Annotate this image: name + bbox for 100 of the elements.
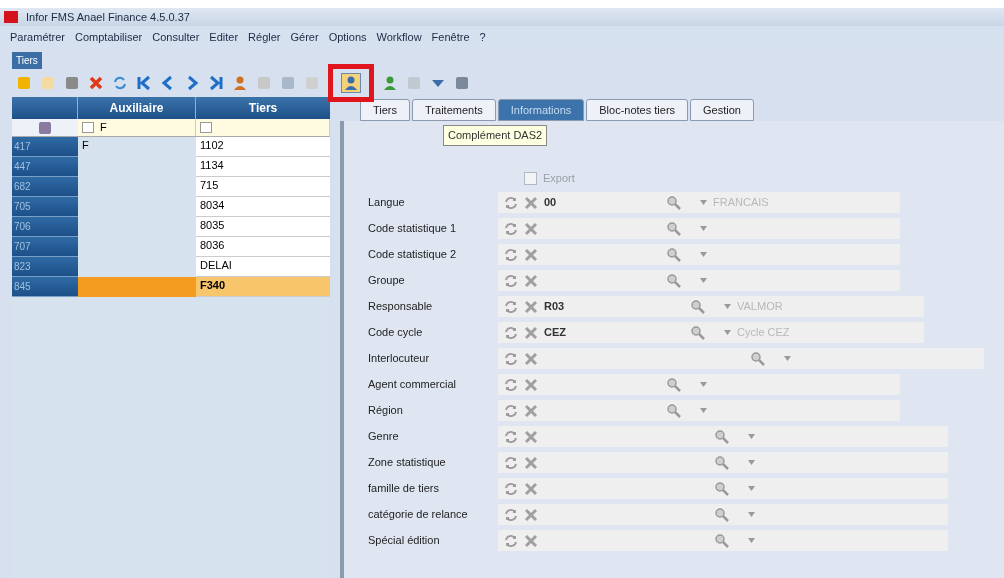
caret-icon[interactable]: [748, 460, 755, 465]
clear-icon[interactable]: [524, 247, 538, 262]
clear-icon[interactable]: [524, 377, 538, 392]
caret-icon[interactable]: [700, 278, 707, 283]
refresh-icon[interactable]: [504, 351, 518, 366]
row-header[interactable]: 447: [12, 157, 78, 177]
search-icon[interactable]: [666, 220, 682, 237]
refresh-icon[interactable]: [504, 403, 518, 418]
refresh-icon[interactable]: [504, 299, 518, 314]
search-icon[interactable]: [690, 324, 706, 341]
tab[interactable]: Bloc-notes tiers: [586, 99, 689, 121]
menu-item[interactable]: Régler: [248, 28, 281, 46]
caret-icon[interactable]: [724, 304, 731, 309]
refresh-icon[interactable]: [504, 221, 518, 236]
menu-item[interactable]: Consulter: [152, 28, 200, 46]
input-field[interactable]: [498, 218, 900, 239]
caret-icon[interactable]: [700, 252, 707, 257]
row-header[interactable]: 705: [12, 197, 78, 217]
row-header[interactable]: 682: [12, 177, 78, 197]
search-icon[interactable]: [714, 532, 730, 549]
refresh-icon[interactable]: [504, 455, 518, 470]
menu-item[interactable]: Comptabiliser: [75, 28, 143, 46]
caret-icon[interactable]: [700, 382, 707, 387]
refresh-icon[interactable]: [504, 377, 518, 392]
refresh-icon[interactable]: [504, 429, 518, 444]
menu-item[interactable]: Workflow: [376, 28, 422, 46]
clear-icon[interactable]: [524, 481, 538, 496]
search-icon[interactable]: [714, 506, 730, 523]
clear-icon[interactable]: [524, 195, 538, 210]
search-icon[interactable]: [714, 454, 730, 471]
search-icon[interactable]: [750, 350, 766, 367]
clear-icon[interactable]: [524, 533, 538, 548]
menu-item[interactable]: ?: [479, 28, 486, 46]
menu-item[interactable]: Fenêtre: [431, 28, 470, 46]
row-header[interactable]: 706: [12, 217, 78, 237]
delete-icon[interactable]: [88, 75, 104, 91]
people-icon[interactable]: [232, 75, 248, 91]
row-header[interactable]: 417: [12, 137, 78, 157]
clear-icon[interactable]: [524, 273, 538, 288]
caret-icon[interactable]: [784, 356, 791, 361]
search-icon[interactable]: [666, 272, 682, 289]
search-icon[interactable]: [666, 402, 682, 419]
tab[interactable]: Traitements: [412, 99, 496, 121]
clear-icon[interactable]: [524, 221, 538, 236]
menu-item[interactable]: Gérer: [290, 28, 319, 46]
refresh-icon[interactable]: [504, 533, 518, 548]
search-icon[interactable]: [666, 246, 682, 263]
input-field[interactable]: [498, 478, 948, 499]
menu-item[interactable]: Paramétrer: [10, 28, 66, 46]
tab[interactable]: Gestion: [690, 99, 754, 121]
input-field[interactable]: [498, 452, 948, 473]
search-icon[interactable]: [714, 428, 730, 445]
search-icon[interactable]: [666, 376, 682, 393]
input-field[interactable]: [498, 504, 948, 525]
caret-icon[interactable]: [700, 226, 707, 231]
refresh-icon[interactable]: [504, 481, 518, 496]
checkbox[interactable]: [524, 171, 537, 185]
refresh-icon[interactable]: [504, 325, 518, 340]
refresh-icon[interactable]: [504, 507, 518, 522]
tab[interactable]: Tiers: [360, 99, 411, 121]
menu-item[interactable]: Options: [328, 28, 367, 46]
column-header[interactable]: Tiers: [196, 97, 330, 119]
search-icon[interactable]: [666, 194, 682, 211]
caret-icon[interactable]: [748, 512, 755, 517]
document-tab[interactable]: Tiers: [12, 52, 42, 69]
first-icon[interactable]: [136, 75, 152, 91]
last-icon[interactable]: [208, 75, 224, 91]
clear-icon[interactable]: [524, 429, 538, 444]
clear-icon[interactable]: [524, 351, 538, 366]
clear-icon[interactable]: [524, 325, 538, 340]
input-field[interactable]: [498, 374, 900, 395]
caret-icon[interactable]: [748, 434, 755, 439]
refresh-icon[interactable]: [504, 247, 518, 262]
caret-icon[interactable]: [700, 408, 707, 413]
row-header[interactable]: 707: [12, 237, 78, 257]
menu-item[interactable]: Editer: [209, 28, 239, 46]
person-icon[interactable]: [382, 75, 398, 91]
caret-icon[interactable]: [748, 486, 755, 491]
refresh-icon[interactable]: [504, 273, 518, 288]
input-field[interactable]: [498, 530, 948, 551]
clear-icon[interactable]: [524, 403, 538, 418]
caret-icon[interactable]: [724, 330, 731, 335]
refresh-icon[interactable]: [112, 75, 128, 91]
input-field[interactable]: [498, 426, 948, 447]
tab[interactable]: Informations: [497, 99, 585, 121]
search-icon[interactable]: [690, 298, 706, 315]
clear-icon[interactable]: [524, 455, 538, 470]
refresh-icon[interactable]: [504, 195, 518, 210]
row-header[interactable]: 823: [12, 257, 78, 277]
clear-icon[interactable]: [524, 507, 538, 522]
field-label: Responsable: [368, 299, 434, 315]
input-field[interactable]: [498, 348, 984, 369]
row-header[interactable]: 845: [12, 277, 78, 297]
caret-icon[interactable]: [700, 200, 707, 205]
input-field[interactable]: [498, 400, 900, 421]
search-icon[interactable]: [714, 480, 730, 497]
caret-icon[interactable]: [748, 538, 755, 543]
input-field[interactable]: [498, 244, 900, 265]
clear-icon[interactable]: [524, 299, 538, 314]
input-field[interactable]: [498, 270, 900, 291]
